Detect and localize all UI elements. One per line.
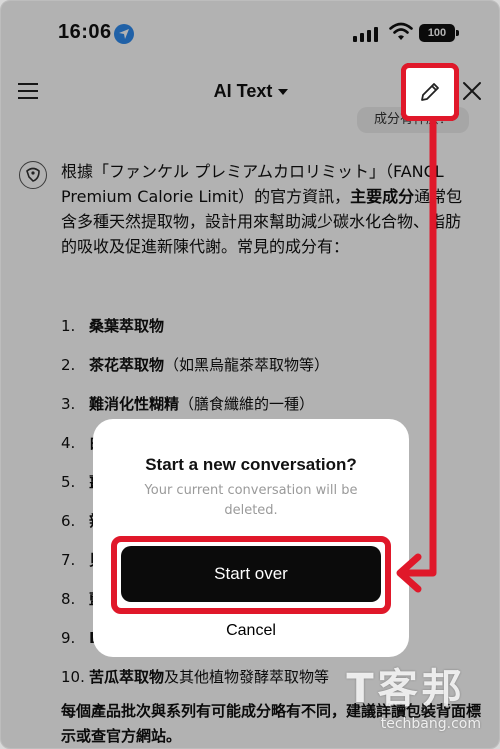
annotation-arrow [396,121,437,593]
app-screen: 16:06 100 AI Text 成分有什麼？ [0,0,500,749]
watermark-logo: T客邦 techbang.com [346,666,481,732]
